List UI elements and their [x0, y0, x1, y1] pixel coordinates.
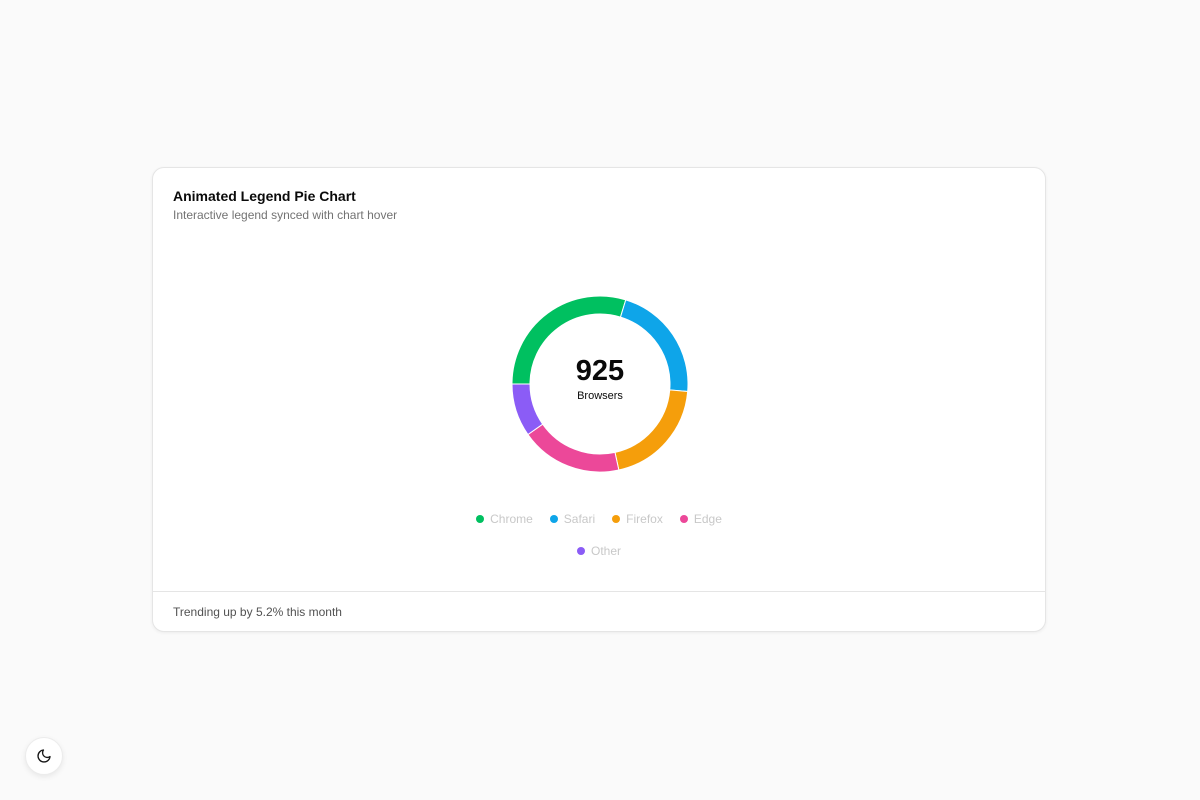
legend-label: Safari — [563, 512, 596, 526]
legend-dot — [612, 515, 621, 523]
legend-label: Edge — [693, 512, 722, 526]
slice-edge[interactable] — [527, 423, 620, 473]
card-subtitle: Interactive legend synced with chart hov… — [173, 208, 398, 222]
card-title: Animated Legend Pie Chart — [173, 188, 356, 204]
legend-item-safari[interactable]: Safari — [549, 510, 596, 528]
legend-label: Other — [590, 544, 621, 558]
legend-item-chrome[interactable]: Chrome — [476, 510, 533, 528]
legend-dot — [576, 547, 585, 555]
legend-dot — [679, 515, 688, 523]
slice-other[interactable] — [511, 383, 544, 436]
card-header: Animated Legend Pie Chart Interactive le… — [173, 186, 1025, 224]
slice-chrome[interactable] — [511, 295, 627, 385]
legend-dot — [476, 515, 485, 523]
slice-firefox[interactable] — [614, 389, 689, 471]
legend-label: Chrome — [490, 512, 533, 526]
moon-icon — [37, 749, 51, 763]
legend-item-firefox[interactable]: Firefox — [612, 510, 663, 528]
legend-label: Firefox — [626, 512, 663, 526]
trend-text: Trending up by 5.2% this month — [173, 604, 342, 619]
donut-chart[interactable] — [500, 284, 700, 484]
legend-item-edge[interactable]: Edge — [679, 510, 722, 528]
chart-legend: Chrome Safari Firefox Edge Other — [153, 510, 1045, 560]
chart-area: 925 Browsers Chrome Safari Firefox Edge Othe… — [153, 228, 1045, 592]
legend-item-other[interactable]: Other — [576, 542, 621, 560]
legend-row: Chrome Safari Firefox Edge — [153, 510, 1045, 528]
chart-card: Animated Legend Pie Chart Interactive le… — [152, 167, 1046, 632]
theme-toggle-button[interactable] — [25, 737, 63, 775]
legend-row: Other — [153, 542, 1045, 560]
legend-dot — [549, 515, 558, 523]
slice-safari[interactable] — [619, 299, 689, 393]
card-footer: Trending up by 5.2% this month — [153, 591, 1045, 631]
